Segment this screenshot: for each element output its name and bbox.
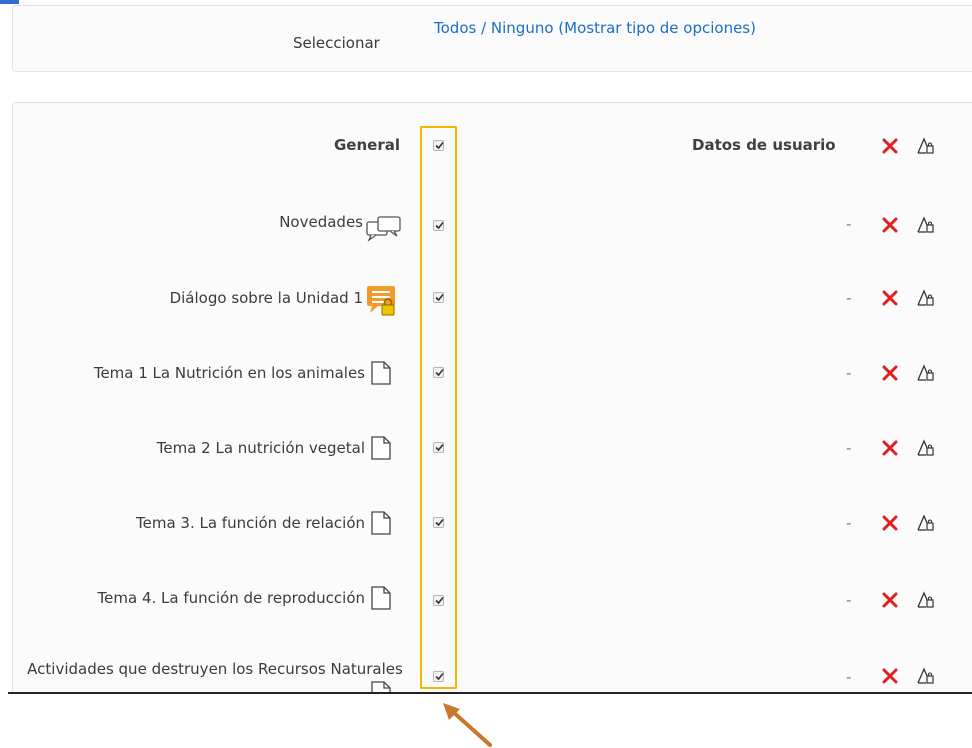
row-user-data: - [846,668,852,686]
page-icon [371,361,391,385]
row-user-data: - [846,364,852,382]
row-label: Novedades [279,213,363,231]
row-label: Actividades que destruyen los Recursos N… [27,660,403,678]
edit-lock-icon[interactable] [916,438,935,457]
delete-icon[interactable] [882,365,898,381]
row-user-data: - [846,439,852,457]
row-user-data: - [846,591,852,609]
edit-lock-icon[interactable] [916,590,935,609]
edit-lock-icon[interactable] [916,666,935,685]
edit-lock-icon[interactable] [916,513,935,532]
screenshot-clip-line [8,692,972,694]
edit-lock-icon[interactable] [916,215,935,234]
select-links: Todos / Ninguno (Mostrar tipo de opcione… [434,19,756,37]
annotation-arrow-icon [443,703,492,747]
checkbox-column-highlight [420,126,457,689]
select-label: Seleccionar [293,34,380,52]
delete-icon[interactable] [882,592,898,608]
row-label: Tema 1 La Nutrición en los animales [93,364,365,382]
delete-icon[interactable] [882,668,898,684]
edit-lock-icon[interactable] [916,288,935,307]
row-label: Tema 4. La función de reproducción [97,589,365,607]
user-data-header: Datos de usuario [692,136,836,154]
row-label: Tema 2 La nutrición vegetal [156,439,365,457]
select-options-box [12,5,972,72]
select-separator: / [476,19,491,37]
restore-settings-panel [12,102,972,742]
delete-icon[interactable] [882,290,898,306]
row-label: Diálogo sobre la Unidad 1 [169,289,363,307]
general-label: General [334,136,400,154]
top-accent-bar [0,0,19,4]
delete-icon[interactable] [882,138,898,154]
edit-lock-icon[interactable] [916,363,935,382]
row-user-data: - [846,289,852,307]
edit-lock-icon[interactable] [916,136,935,155]
delete-icon[interactable] [882,515,898,531]
page-icon [371,511,391,535]
select-all-link[interactable]: Todos [434,19,476,37]
delete-icon[interactable] [882,440,898,456]
select-none-link[interactable]: Ninguno [491,19,554,37]
row-user-data: - [846,215,852,233]
page-icon [371,436,391,460]
show-option-types-link[interactable]: (Mostrar tipo de opciones) [554,19,756,37]
row-user-data: - [846,514,852,532]
page-icon [371,586,391,610]
row-label: Tema 3. La función de relación [135,514,365,532]
delete-icon[interactable] [882,217,898,233]
locked-forum-icon [367,286,395,316]
forum-icon [366,216,401,242]
